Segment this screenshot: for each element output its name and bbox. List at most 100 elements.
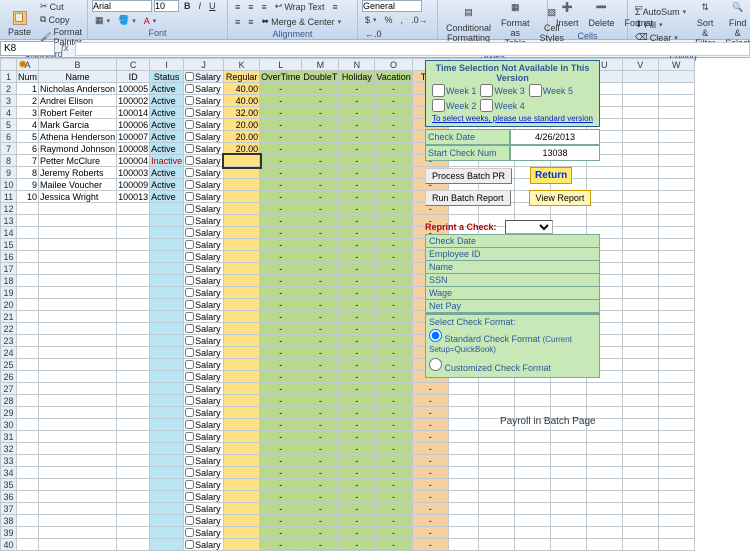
row-header-7[interactable]: 7	[1, 143, 17, 155]
row-header-3[interactable]: 3	[1, 95, 17, 107]
row-header-1[interactable]: 1	[1, 71, 17, 83]
font-name-select[interactable]	[92, 0, 152, 12]
formula-bar[interactable]	[75, 42, 750, 56]
table-row[interactable]: 40Salary-----	[1, 539, 695, 551]
col-header-K[interactable]: K	[224, 59, 260, 71]
row-header-20[interactable]: 20	[1, 299, 17, 311]
copy-button[interactable]: ⧉Copy	[37, 13, 85, 26]
week3-checkbox[interactable]: Week 3	[480, 84, 524, 97]
salary-checkbox[interactable]	[185, 396, 194, 405]
salary-checkbox[interactable]	[185, 120, 194, 129]
return-button[interactable]: Return	[530, 167, 572, 184]
row-header-36[interactable]: 36	[1, 491, 17, 503]
row-header-6[interactable]: 6	[1, 131, 17, 143]
comma-button[interactable]: ,	[398, 14, 407, 26]
col-header-J[interactable]: J	[184, 59, 224, 71]
autosum-button[interactable]: Σ AutoSum▾	[632, 6, 689, 18]
salary-checkbox[interactable]	[185, 144, 194, 153]
row-header-26[interactable]: 26	[1, 371, 17, 383]
align-top-button[interactable]: ≡	[232, 1, 243, 13]
row-header-37[interactable]: 37	[1, 503, 17, 515]
row-header-40[interactable]: 40	[1, 539, 17, 551]
col-header-M[interactable]: M	[302, 59, 339, 71]
align-bottom-button[interactable]: ≡	[259, 1, 270, 13]
row-header-9[interactable]: 9	[1, 167, 17, 179]
salary-checkbox[interactable]	[185, 480, 194, 489]
standard-version-link[interactable]: To select weeks, please use standard ver…	[428, 113, 597, 124]
align-left-button[interactable]: ≡	[330, 1, 341, 13]
view-report-button[interactable]: View Report	[529, 190, 592, 206]
insert-button[interactable]: ➕Insert	[552, 0, 583, 30]
row-header-31[interactable]: 31	[1, 431, 17, 443]
week1-checkbox[interactable]: Week 1	[432, 84, 476, 97]
salary-checkbox[interactable]	[185, 324, 194, 333]
week5-checkbox[interactable]: Week 5	[529, 84, 573, 97]
col-header-C[interactable]: C	[117, 59, 150, 71]
currency-button[interactable]: $▾	[362, 14, 380, 26]
salary-checkbox[interactable]	[185, 156, 194, 165]
col-header-B[interactable]: B	[39, 59, 117, 71]
border-button[interactable]: ▦▾	[92, 14, 113, 27]
row-header-25[interactable]: 25	[1, 359, 17, 371]
row-header-4[interactable]: 4	[1, 107, 17, 119]
table-row[interactable]: 34Salary-----	[1, 467, 695, 479]
table-row[interactable]: 27Salary-----	[1, 383, 695, 395]
row-header-22[interactable]: 22	[1, 323, 17, 335]
salary-checkbox[interactable]	[185, 312, 194, 321]
salary-checkbox[interactable]	[185, 108, 194, 117]
table-row[interactable]: 39Salary-----	[1, 527, 695, 539]
row-header-21[interactable]: 21	[1, 311, 17, 323]
decrease-decimal-button[interactable]: ←.0	[362, 28, 385, 40]
row-header-30[interactable]: 30	[1, 419, 17, 431]
font-color-button[interactable]: A▾	[141, 15, 160, 27]
row-header-16[interactable]: 16	[1, 251, 17, 263]
table-row[interactable]: 33Salary-----	[1, 455, 695, 467]
row-header-35[interactable]: 35	[1, 479, 17, 491]
salary-checkbox[interactable]	[185, 360, 194, 369]
salary-checkbox[interactable]	[185, 372, 194, 381]
salary-checkbox[interactable]	[185, 300, 194, 309]
salary-checkbox[interactable]	[185, 348, 194, 357]
row-header-5[interactable]: 5	[1, 119, 17, 131]
table-row[interactable]: 37Salary-----	[1, 503, 695, 515]
salary-checkbox[interactable]	[185, 132, 194, 141]
salary-checkbox[interactable]	[185, 192, 194, 201]
table-row[interactable]: 36Salary-----	[1, 491, 695, 503]
align-middle-button[interactable]: ≡	[245, 1, 256, 13]
col-header-L[interactable]: L	[260, 59, 302, 71]
start-check-num-value[interactable]: 13038	[510, 145, 600, 161]
bold-button[interactable]: B	[181, 0, 194, 12]
row-header-32[interactable]: 32	[1, 443, 17, 455]
delete-button[interactable]: ➖Delete	[585, 0, 619, 30]
salary-checkbox[interactable]	[185, 504, 194, 513]
fill-color-button[interactable]: 🪣▾	[115, 14, 139, 27]
number-format-select[interactable]	[362, 0, 422, 12]
row-header-33[interactable]: 33	[1, 455, 17, 467]
salary-checkbox[interactable]	[185, 492, 194, 501]
salary-checkbox[interactable]	[185, 276, 194, 285]
reprint-check-select[interactable]	[505, 220, 553, 234]
row-header-14[interactable]: 14	[1, 227, 17, 239]
week4-checkbox[interactable]: Week 4	[480, 99, 524, 112]
table-row[interactable]: 31Salary-----	[1, 431, 695, 443]
row-header-34[interactable]: 34	[1, 467, 17, 479]
salary-checkbox[interactable]	[185, 228, 194, 237]
align-right-button[interactable]: ≡	[245, 16, 256, 28]
conditional-formatting-button[interactable]: ▤Conditional Formatting	[442, 5, 495, 45]
underline-button[interactable]: U	[206, 0, 219, 12]
salary-header-checkbox[interactable]	[185, 72, 194, 81]
percent-button[interactable]: %	[382, 14, 396, 26]
row-header-11[interactable]: 11	[1, 191, 17, 203]
row-header-15[interactable]: 15	[1, 239, 17, 251]
paste-button[interactable]: 📋 Paste	[4, 9, 35, 39]
salary-checkbox[interactable]	[185, 204, 194, 213]
salary-checkbox[interactable]	[185, 420, 194, 429]
table-row[interactable]: 35Salary-----	[1, 479, 695, 491]
table-row[interactable]: 28Salary-----	[1, 395, 695, 407]
row-header-12[interactable]: 12	[1, 203, 17, 215]
row-header-19[interactable]: 19	[1, 287, 17, 299]
col-header-V[interactable]: V	[622, 59, 658, 71]
check-date-value[interactable]: 4/26/2013	[510, 129, 600, 145]
salary-checkbox[interactable]	[185, 264, 194, 273]
row-header-24[interactable]: 24	[1, 347, 17, 359]
